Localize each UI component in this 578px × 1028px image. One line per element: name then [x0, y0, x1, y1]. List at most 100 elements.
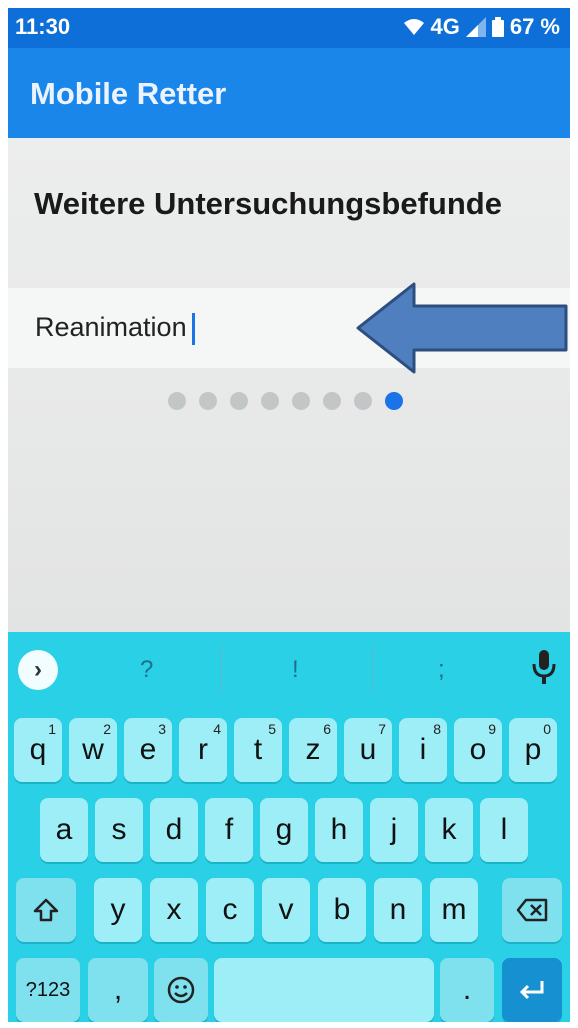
- key-number-hint: 9: [488, 721, 496, 737]
- symbols-key[interactable]: ?123: [16, 958, 80, 1022]
- key-label: y: [110, 893, 126, 926]
- app-title: Mobile Retter: [30, 76, 227, 111]
- key-r[interactable]: r4: [179, 718, 227, 782]
- arrow-annotation-icon: [356, 282, 568, 374]
- page-dot: [230, 392, 248, 410]
- key-label: f: [224, 813, 234, 846]
- key-s[interactable]: s: [95, 798, 143, 862]
- key-k[interactable]: k: [425, 798, 473, 862]
- key-i[interactable]: i8: [399, 718, 447, 782]
- key-label: e: [139, 733, 157, 766]
- key-b[interactable]: b: [318, 878, 366, 942]
- suggestion-item[interactable]: ;: [438, 656, 445, 684]
- key-number-hint: 4: [213, 721, 221, 737]
- key-label: q: [29, 733, 47, 766]
- key-label: u: [359, 733, 377, 766]
- key-number-hint: 2: [103, 721, 111, 737]
- suggestion-item[interactable]: !: [292, 656, 299, 684]
- key-h[interactable]: h: [315, 798, 363, 862]
- space-key[interactable]: [214, 958, 434, 1022]
- key-number-hint: 8: [433, 721, 441, 737]
- page-dot: [354, 392, 372, 410]
- backspace-key[interactable]: [502, 878, 562, 942]
- battery-level: 67 %: [509, 14, 560, 39]
- key-number-hint: 5: [268, 721, 276, 737]
- findings-input-value[interactable]: Reanimation: [35, 312, 195, 345]
- key-label: v: [278, 893, 294, 926]
- key-d[interactable]: d: [150, 798, 198, 862]
- key-label: n: [389, 893, 407, 926]
- enter-icon: [519, 981, 544, 1000]
- key-w[interactable]: w2: [69, 718, 117, 782]
- key-q[interactable]: q1: [14, 718, 62, 782]
- key-u[interactable]: u7: [344, 718, 392, 782]
- emoji-key[interactable]: [154, 958, 208, 1022]
- page-dot: [199, 392, 217, 410]
- key-label: h: [330, 813, 348, 846]
- shift-icon: [33, 898, 59, 922]
- key-label: c: [222, 893, 238, 926]
- key-x[interactable]: x: [150, 878, 198, 942]
- network-type: 4G: [430, 14, 460, 39]
- key-label: p: [524, 733, 542, 766]
- emoji-icon: [167, 976, 195, 1004]
- key-y[interactable]: y: [94, 878, 142, 942]
- key-z[interactable]: z6: [289, 718, 337, 782]
- suggestion-bar: › ? ! ;: [8, 632, 570, 706]
- signal-icon: [465, 17, 486, 37]
- key-t[interactable]: t5: [234, 718, 282, 782]
- app-bar: Mobile Retter: [8, 48, 570, 138]
- key-label: w: [82, 733, 104, 766]
- key-label: i: [419, 733, 427, 766]
- input-text: Reanimation: [35, 312, 187, 342]
- key-label: k: [441, 813, 457, 846]
- key-e[interactable]: e3: [124, 718, 172, 782]
- page-dot: [168, 392, 186, 410]
- key-label: o: [469, 733, 487, 766]
- key-label: x: [166, 893, 182, 926]
- backspace-icon: [516, 898, 548, 922]
- suggestion-item[interactable]: ?: [140, 656, 153, 684]
- key-label: m: [441, 893, 467, 926]
- page-dot-active: [385, 392, 403, 410]
- page-dot: [261, 392, 279, 410]
- keyboard: › ? ! ; q1w2e3r4t5z6u7i8o9p0 asdfghjkl y…: [8, 632, 570, 1022]
- divider: [220, 646, 221, 692]
- key-number-hint: 0: [543, 721, 551, 737]
- status-bar: 11:30 4G 67 %: [8, 8, 570, 48]
- key-p[interactable]: p0: [509, 718, 557, 782]
- key-m[interactable]: m: [430, 878, 478, 942]
- key-label: j: [390, 813, 398, 846]
- mic-icon[interactable]: [532, 650, 556, 684]
- page-dot: [323, 392, 341, 410]
- text-cursor: [191, 312, 195, 345]
- comma-key[interactable]: ,: [88, 958, 148, 1022]
- key-label: g: [275, 813, 293, 846]
- key-number-hint: 7: [378, 721, 386, 737]
- key-v[interactable]: v: [262, 878, 310, 942]
- key-o[interactable]: o9: [454, 718, 502, 782]
- divider: [372, 646, 373, 692]
- key-label: r: [198, 733, 208, 766]
- page-dot: [292, 392, 310, 410]
- period-key[interactable]: .: [440, 958, 494, 1022]
- key-label: d: [165, 813, 183, 846]
- phone-screen: 11:30 4G 67 % Mobile Retter Weitere Unte…: [8, 8, 570, 1022]
- shift-key[interactable]: [16, 878, 76, 942]
- chevron-right-icon[interactable]: ›: [18, 650, 58, 690]
- key-label: s: [111, 813, 127, 846]
- page-indicator: [168, 392, 403, 410]
- key-a[interactable]: a: [40, 798, 88, 862]
- key-c[interactable]: c: [206, 878, 254, 942]
- key-f[interactable]: f: [205, 798, 253, 862]
- key-l[interactable]: l: [480, 798, 528, 862]
- symbols-key-label: ?123: [25, 978, 71, 1001]
- key-n[interactable]: n: [374, 878, 422, 942]
- enter-key[interactable]: [502, 958, 562, 1022]
- period-key-label: .: [462, 973, 472, 1006]
- status-time: 11:30: [15, 14, 71, 39]
- key-j[interactable]: j: [370, 798, 418, 862]
- key-label: a: [55, 813, 73, 846]
- page-heading: Weitere Untersuchungsbefunde: [34, 186, 502, 221]
- key-g[interactable]: g: [260, 798, 308, 862]
